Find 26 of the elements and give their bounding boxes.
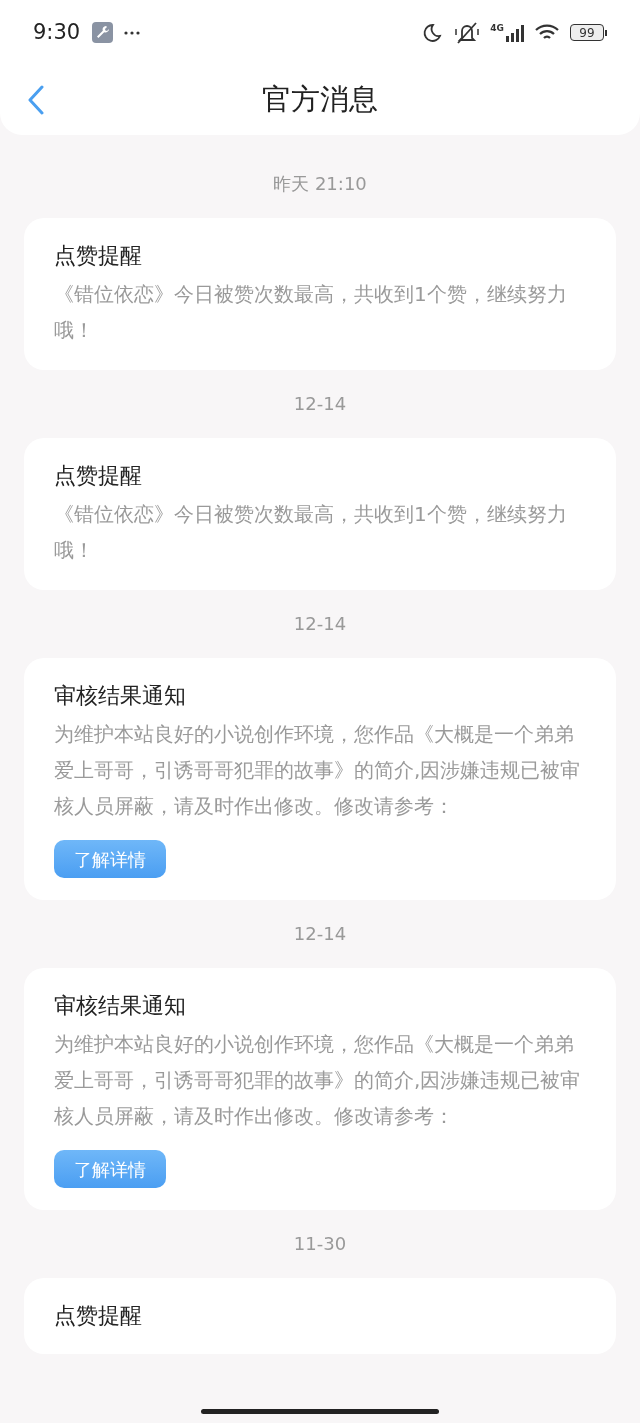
message-title: 点赞提醒 bbox=[54, 242, 143, 270]
message-text: 为维护本站良好的小说创作环境，您作品《大概是一个弟弟爱上哥哥，引诱哥哥犯罪的故事》的简介,因涉嫌违规已被审核人员屏蔽，请及时作出修改。修改请参考： bbox=[54, 1031, 582, 1130]
wrench-icon bbox=[92, 22, 114, 43]
page-title: 官方消息 bbox=[262, 81, 378, 119]
message-text: 《错位依恋》今日被赞次数最高，共收到1个赞，继续努力哦！ bbox=[54, 281, 568, 344]
message-text: 《错位依恋》今日被赞次数最高，共收到1个赞，继续努力哦！ bbox=[54, 501, 568, 564]
message-title: 审核结果通知 bbox=[54, 992, 187, 1020]
back-icon bbox=[28, 85, 44, 115]
details-button[interactable]: 了解详情 bbox=[54, 1150, 166, 1188]
moon-icon bbox=[422, 22, 443, 43]
muted-bell-icon bbox=[454, 20, 481, 45]
signal-icon bbox=[506, 23, 524, 42]
battery-indicator: 99 bbox=[570, 24, 607, 41]
message-title: 审核结果通知 bbox=[54, 682, 187, 710]
more-icon bbox=[124, 30, 141, 35]
message-date: 12-14 bbox=[293, 392, 347, 416]
network-label: 4G bbox=[490, 23, 504, 33]
message-text: 为维护本站良好的小说创作环境，您作品《大概是一个弟弟爱上哥哥，引诱哥哥犯罪的故事》的简介,因涉嫌违规已被审核人员屏蔽，请及时作出修改。修改请参考： bbox=[54, 721, 582, 820]
message-date: 12-14 bbox=[293, 612, 347, 636]
message-date: 昨天 21:10 bbox=[273, 172, 367, 196]
message-date: 11-30 bbox=[293, 1232, 347, 1256]
clock-time: 9:30 bbox=[33, 18, 81, 46]
message-date: 12-14 bbox=[293, 922, 347, 946]
message-title: 点赞提醒 bbox=[54, 462, 143, 490]
message-title: 点赞提醒 bbox=[54, 1302, 143, 1330]
details-button[interactable]: 了解详情 bbox=[54, 840, 166, 878]
